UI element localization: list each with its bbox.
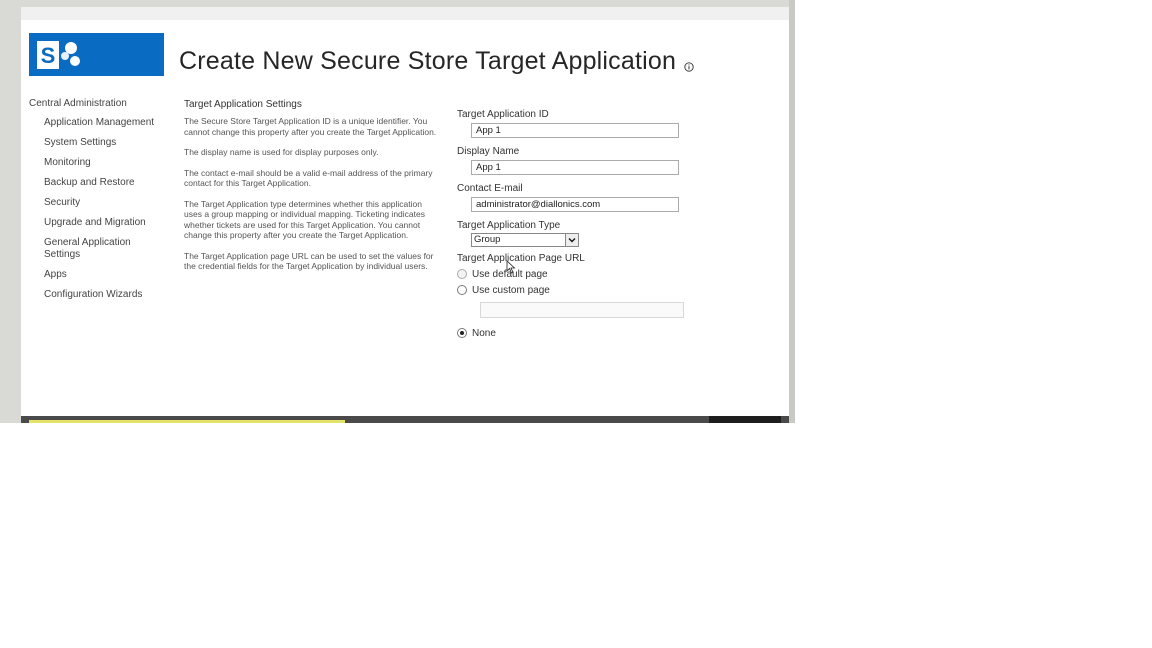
nav-backup-and-restore[interactable]: Backup and Restore <box>44 177 169 189</box>
display-name-input[interactable]: App 1 <box>471 160 679 175</box>
settings-description: Target Application Settings The Secure S… <box>184 99 439 282</box>
nav-general-application-settings[interactable]: General Application Settings <box>44 237 169 261</box>
browser-top-strip <box>21 7 789 20</box>
radio-none[interactable]: None <box>457 327 717 339</box>
quick-launch-nav: Central Administration Application Manag… <box>29 98 169 309</box>
radio-none-label: None <box>472 327 496 339</box>
radio-use-custom-page[interactable]: Use custom page <box>457 284 717 296</box>
nav-application-management[interactable]: Application Management <box>44 117 169 129</box>
nav-central-administration[interactable]: Central Administration <box>29 98 169 109</box>
svg-text:S: S <box>41 43 56 68</box>
right-edge-strip <box>789 0 795 423</box>
app-id-label: Target Application ID <box>457 109 549 120</box>
radio-use-default-page[interactable]: Use default page <box>457 268 717 280</box>
nav-apps[interactable]: Apps <box>44 269 169 281</box>
display-name-label: Display Name <box>457 146 520 157</box>
dropdown-arrow[interactable] <box>565 234 578 246</box>
contact-email-label: Contact E-mail <box>457 183 523 194</box>
description-display-name: The display name is used for display pur… <box>184 147 379 157</box>
description-app-id: The Secure Store Target Application ID i… <box>184 116 437 137</box>
app-type-selected-value: Group <box>474 234 501 245</box>
taskbar-highlight <box>29 420 345 423</box>
description-page-url: The Target Application page URL can be u… <box>184 250 434 272</box>
taskbar-tray <box>709 416 781 423</box>
description-contact-email: The contact e-mail should be a valid e-m… <box>184 167 433 189</box>
radio-default-button[interactable] <box>457 269 467 279</box>
nav-configuration-wizards[interactable]: Configuration Wizards <box>44 289 169 301</box>
info-icon[interactable] <box>684 62 694 72</box>
radio-custom-label: Use custom page <box>472 284 550 296</box>
nav-security[interactable]: Security <box>44 197 169 209</box>
taskbar <box>21 416 789 423</box>
screen-frame: S Create New Secure Store Target Applica… <box>0 0 795 423</box>
radio-none-button[interactable] <box>457 328 467 338</box>
page-title: Create New Secure Store Target Applicati… <box>179 47 677 75</box>
nav-system-settings[interactable]: System Settings <box>44 137 169 149</box>
sharepoint-logo[interactable]: S <box>29 33 164 76</box>
page-url-label: Target Application Page URL <box>457 253 585 264</box>
custom-page-url-input[interactable] <box>480 302 684 318</box>
nav-upgrade-and-migration[interactable]: Upgrade and Migration <box>44 217 169 229</box>
target-application-form: Target Application ID App 1 Display Name… <box>457 109 717 339</box>
app-type-select[interactable]: Group <box>471 233 579 247</box>
app-id-input[interactable]: App 1 <box>471 123 679 138</box>
chevron-down-icon <box>568 238 576 243</box>
page-content: S Create New Secure Store Target Applica… <box>21 20 789 416</box>
nav-monitoring[interactable]: Monitoring <box>44 157 169 169</box>
mouse-cursor-icon <box>506 260 516 274</box>
section-title: Target Application Settings <box>184 99 302 110</box>
sharepoint-logo-icon: S <box>37 41 80 69</box>
description-app-type: The Target Application type determines w… <box>184 198 425 241</box>
radio-custom-button[interactable] <box>457 285 467 295</box>
contact-email-input[interactable]: administrator@diallonics.com <box>471 197 679 212</box>
app-type-label: Target Application Type <box>457 220 561 231</box>
